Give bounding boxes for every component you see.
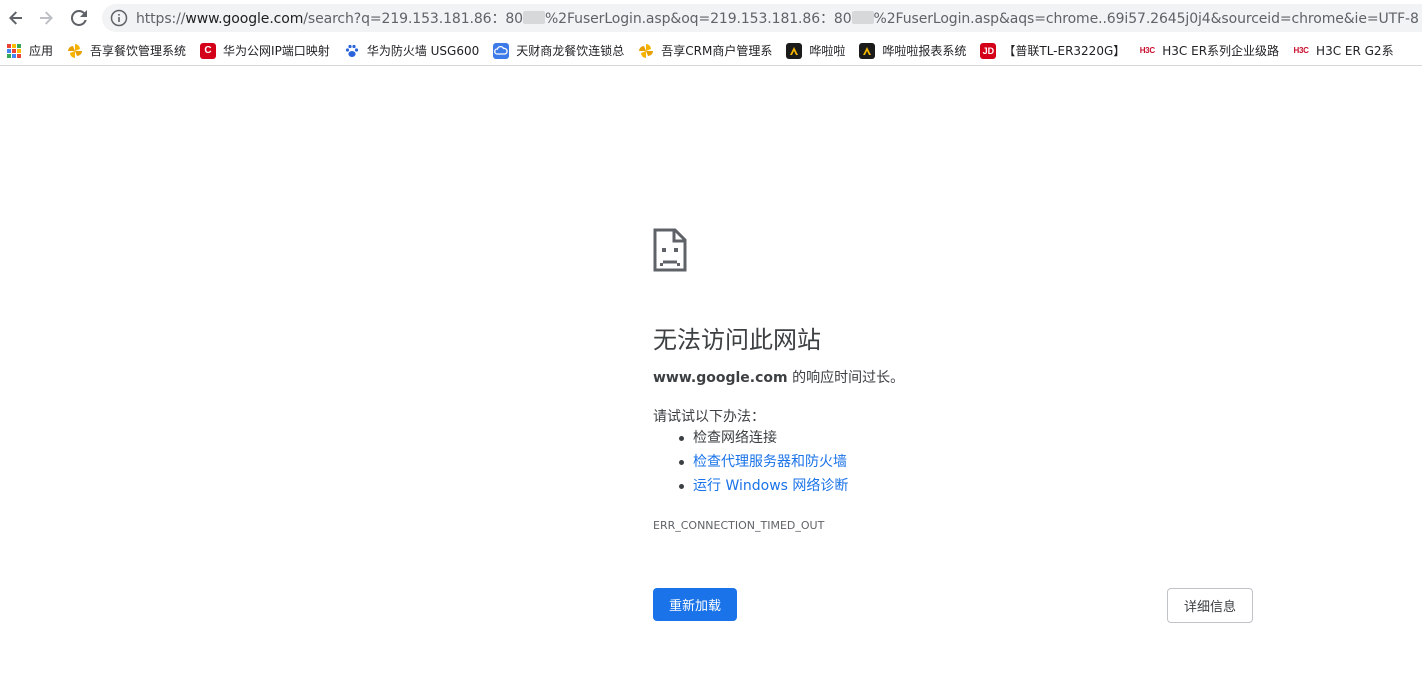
bookmark-item[interactable]: 哗啦啦报表系统	[853, 39, 972, 63]
bookmark-label: H3C ER系列企业级路	[1162, 44, 1280, 58]
forward-button[interactable]	[34, 5, 58, 31]
url-text[interactable]: https://www.google.com/search?q=219.153.…	[136, 8, 1419, 28]
error-host: www.google.com	[653, 370, 788, 386]
bookmark-label: 华为公网IP端口映射	[223, 44, 330, 58]
cloud-icon	[493, 42, 510, 59]
bookmark-apps[interactable]: 应用	[0, 39, 59, 63]
bookmark-label: 华为防火墙 USG600	[366, 44, 480, 58]
suggestion-check-proxy-link[interactable]: 检查代理服务器和防火墙	[675, 452, 848, 476]
bookmark-item[interactable]: H3C H3C ER G2系	[1287, 39, 1400, 63]
h3c-icon: H3C	[1293, 46, 1309, 55]
info-icon[interactable]	[110, 9, 128, 27]
bookmark-item[interactable]: JD 【普联TL-ER3220G】	[974, 39, 1131, 63]
bookmark-item[interactable]: 吾享CRM商户管理系	[632, 39, 778, 63]
apps-grid-icon	[6, 43, 22, 59]
details-button[interactable]: 详细信息	[1167, 588, 1253, 623]
bookmark-label: 应用	[29, 44, 54, 58]
browser-toolbar: https://www.google.com/search?q=219.153.…	[0, 0, 1422, 36]
url-host: www.google.com	[185, 11, 304, 27]
bookmark-item[interactable]: 华为防火墙 USG600	[338, 39, 485, 63]
suggestion-run-diagnostics-link[interactable]: 运行 Windows 网络诊断	[675, 476, 848, 500]
bookmarks-bar: 应用 吾享餐饮管理系统 C 华为公网IP端口映射 华为防火墙 USG600 天财…	[0, 36, 1422, 66]
bookmark-label: 天财商龙餐饮连锁总	[516, 44, 625, 58]
redacted-mark	[522, 11, 545, 24]
error-description: www.google.com 的响应时间过长。	[653, 367, 904, 387]
bookmark-label: H3C ER G2系	[1316, 44, 1394, 58]
bookmark-item[interactable]: 天财商龙餐饮连锁总	[487, 39, 630, 63]
sad-page-icon	[653, 228, 687, 272]
url-path-1: /search?q=219.153.181.86：80	[303, 11, 523, 27]
url-path-3: %2FuserLogin.asp&aqs=chrome..69i57.2645j…	[873, 11, 1419, 27]
h3c-icon: H3C	[1139, 46, 1155, 55]
address-bar[interactable]: https://www.google.com/search?q=219.153.…	[102, 4, 1422, 32]
bookmark-label: 【普联TL-ER3220G】	[1003, 44, 1126, 58]
reload-button[interactable]	[67, 5, 91, 31]
bookmark-item[interactable]: 哗啦啦	[780, 39, 851, 63]
bookmark-item[interactable]: H3C H3C ER系列企业级路	[1133, 39, 1285, 63]
bookmark-label: 吾享餐饮管理系统	[90, 44, 187, 58]
red-c-icon: C	[200, 42, 217, 59]
error-message: 的响应时间过长。	[787, 370, 905, 386]
hualala-icon	[859, 42, 876, 59]
pinwheel-icon	[638, 43, 654, 59]
bookmark-label: 哗啦啦	[809, 44, 846, 58]
hualala-icon	[786, 42, 803, 59]
bookmark-label: 吾享CRM商户管理系	[661, 44, 773, 58]
bookmark-item[interactable]: C 华为公网IP端口映射	[194, 39, 336, 63]
paw-icon	[344, 43, 360, 59]
error-title: 无法访问此网站	[653, 326, 821, 354]
suggestions-list: 检查网络连接 检查代理服务器和防火墙 运行 Windows 网络诊断	[675, 428, 848, 500]
url-scheme: https://	[136, 11, 186, 27]
forward-arrow-icon	[40, 11, 53, 25]
jd-icon: JD	[980, 42, 997, 59]
try-label: 请试试以下办法：	[653, 409, 765, 425]
error-code: ERR_CONNECTION_TIMED_OUT	[653, 519, 825, 532]
bookmark-item[interactable]: 吾享餐饮管理系统	[61, 39, 192, 63]
reload-page-button[interactable]: 重新加载	[653, 588, 737, 621]
bookmark-label: 哗啦啦报表系统	[882, 44, 967, 58]
url-path-2: %2FuserLogin.asp&oq=219.153.181.86：80	[544, 11, 852, 27]
back-button[interactable]	[4, 5, 28, 31]
redacted-mark	[851, 11, 874, 24]
pinwheel-icon	[67, 43, 83, 59]
refresh-icon	[71, 10, 87, 26]
back-arrow-icon	[9, 11, 22, 25]
suggestion-check-network: 检查网络连接	[675, 428, 848, 452]
